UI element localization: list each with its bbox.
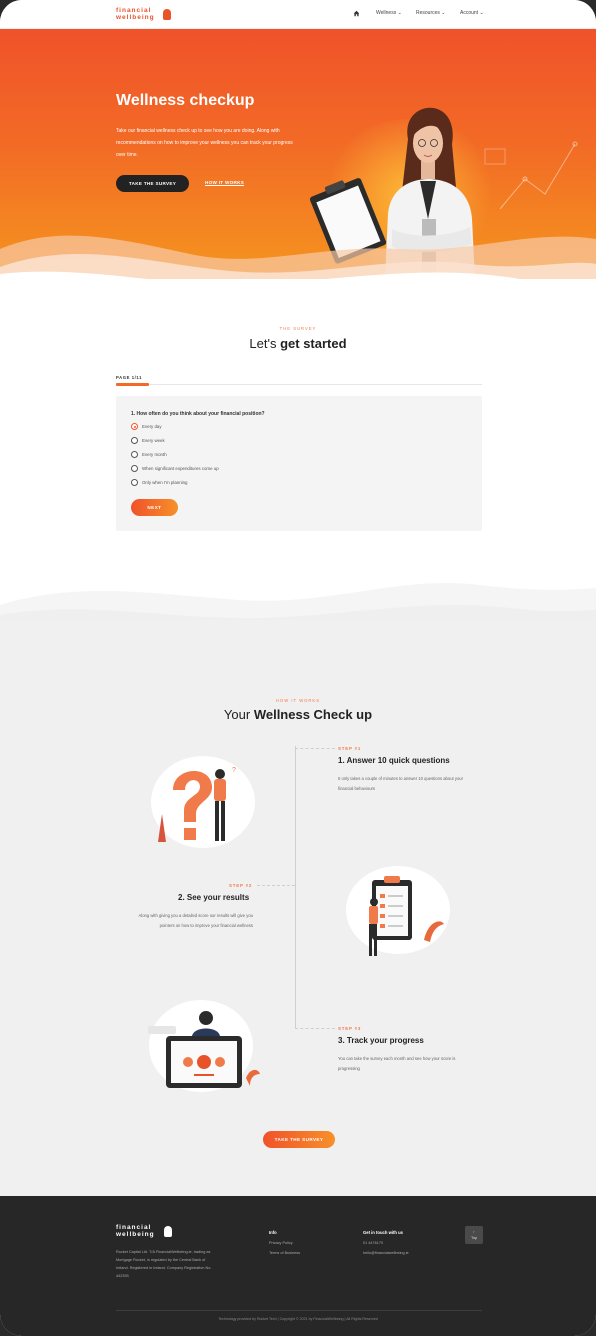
tab-page-indicator[interactable]: PAGE 1/11: [116, 375, 142, 380]
page: financial wellbeing Wellness ⌄ Resources…: [0, 0, 596, 1336]
next-button[interactable]: NEXT: [131, 499, 178, 516]
how-title: Your Wellness Check up: [0, 707, 596, 722]
terms-of-business-link[interactable]: Terms of Business: [269, 1251, 300, 1255]
chevron-down-icon: ⌄: [479, 10, 484, 16]
step-1-title: 1. Answer 10 quick questions: [338, 756, 450, 765]
piggy-bank-icon: [163, 9, 171, 20]
tablet-results-illustration: [148, 1000, 260, 1092]
survey-eyebrow: THE SURVEY: [279, 326, 317, 331]
step-2-title: 2. See your results: [178, 893, 250, 902]
footer: financial wellbeing Rocket Capital Ltd. …: [0, 1196, 596, 1336]
hero-wave-divider: [0, 235, 596, 279]
top-navigation: financial wellbeing Wellness ⌄ Resources…: [0, 0, 596, 29]
timeline-line: [295, 746, 296, 1028]
step-2-label: STEP #2: [229, 883, 253, 888]
home-icon[interactable]: [353, 10, 360, 17]
option-label: Every day: [142, 424, 162, 429]
privacy-policy-link[interactable]: Privacy Policy: [269, 1241, 293, 1245]
nav-item-resources[interactable]: Resources ⌄: [416, 10, 446, 16]
hero-title: Wellness checkup: [116, 92, 255, 109]
radio-button[interactable]: [131, 479, 138, 486]
option-label: Every week: [142, 438, 165, 443]
how-title-bold: Wellness Check up: [253, 707, 373, 722]
option-label: Only when I'm planning: [142, 480, 188, 485]
footer-about-text: Rocket Capital Ltd. T/A FinancialWellbei…: [116, 1250, 212, 1278]
footer-copyright: Technology provided by Rocket Tech | Cop…: [218, 1317, 378, 1321]
nav-label-account: Account: [460, 10, 479, 16]
tab-active-indicator: [116, 383, 149, 386]
take-survey-button-bottom[interactable]: TAKE THE SURVEY: [263, 1131, 335, 1148]
footer-logo[interactable]: financial wellbeing: [116, 1224, 176, 1240]
step-3-text: You can take the survey each month and s…: [338, 1056, 456, 1071]
chevron-down-icon: ⌄: [397, 10, 402, 16]
take-survey-button[interactable]: TAKE THE SURVEY: [116, 175, 189, 192]
back-to-top-label: Top: [470, 1236, 478, 1240]
step-1-label: STEP #1: [338, 746, 362, 751]
step-1-text: It only takes a couple of minutes to ans…: [338, 776, 464, 791]
radio-button[interactable]: [131, 465, 138, 472]
hero-description: Take our financial wellness check up to …: [116, 128, 293, 158]
svg-text:?: ?: [232, 767, 236, 774]
option-label: Every month: [142, 452, 167, 457]
footer-logo-text-line1: financial: [116, 1224, 152, 1231]
survey-title: Let's get started: [0, 336, 596, 351]
back-to-top-button[interactable]: ↑ Top: [465, 1226, 483, 1244]
nav-label-resources: Resources: [416, 10, 440, 16]
option-label: When significant expenditures come up: [142, 466, 219, 471]
nav-item-wellness[interactable]: Wellness ⌄: [376, 10, 402, 16]
how-eyebrow: HOW IT WORKS: [275, 698, 321, 703]
timeline-connector: [257, 885, 295, 886]
footer-logo-text-line2: wellbeing: [116, 1231, 155, 1238]
logo-text-line2: wellbeing: [116, 14, 155, 21]
piggy-bank-icon: [164, 1226, 172, 1237]
checklist-illustration: [346, 866, 450, 956]
timeline-connector: [295, 1028, 335, 1029]
chevron-down-icon: ⌄: [441, 10, 446, 16]
radio-selected[interactable]: [131, 423, 138, 430]
radio-button[interactable]: [131, 451, 138, 458]
radio-button[interactable]: [131, 437, 138, 444]
survey-question: 1. How often do you think about your fin…: [131, 411, 265, 417]
question-mark-illustration: ?: [151, 756, 255, 848]
how-it-works-link[interactable]: HOW IT WORKS: [205, 180, 245, 186]
survey-title-bold: get started: [280, 336, 347, 351]
logo-text-line1: financial: [116, 7, 152, 14]
survey-title-plain: Let's: [249, 336, 281, 351]
timeline-connector: [295, 748, 335, 749]
nav-item-account[interactable]: Account ⌄: [460, 10, 484, 16]
footer-contact-heading: Get in touch with us: [363, 1230, 404, 1235]
tab-divider: [116, 384, 482, 385]
hero-section: Wellness checkup Take our financial well…: [0, 29, 596, 279]
nav-label-wellness: Wellness: [376, 10, 397, 16]
survey-card: 1. How often do you think about your fin…: [116, 396, 482, 531]
footer-info-heading: Info: [269, 1230, 277, 1235]
contact-phone[interactable]: 01 4476170: [363, 1241, 383, 1245]
step-3-title: 3. Track your progress: [338, 1036, 424, 1045]
logo[interactable]: financial wellbeing: [116, 7, 172, 23]
contact-email[interactable]: hello@financialwellbeing.ie: [363, 1251, 409, 1255]
step-3-label: STEP #3: [338, 1026, 362, 1031]
step-2-text: Along with giving you a detailed score o…: [138, 913, 253, 928]
how-title-plain: Your: [223, 707, 254, 722]
footer-divider: [116, 1310, 482, 1311]
